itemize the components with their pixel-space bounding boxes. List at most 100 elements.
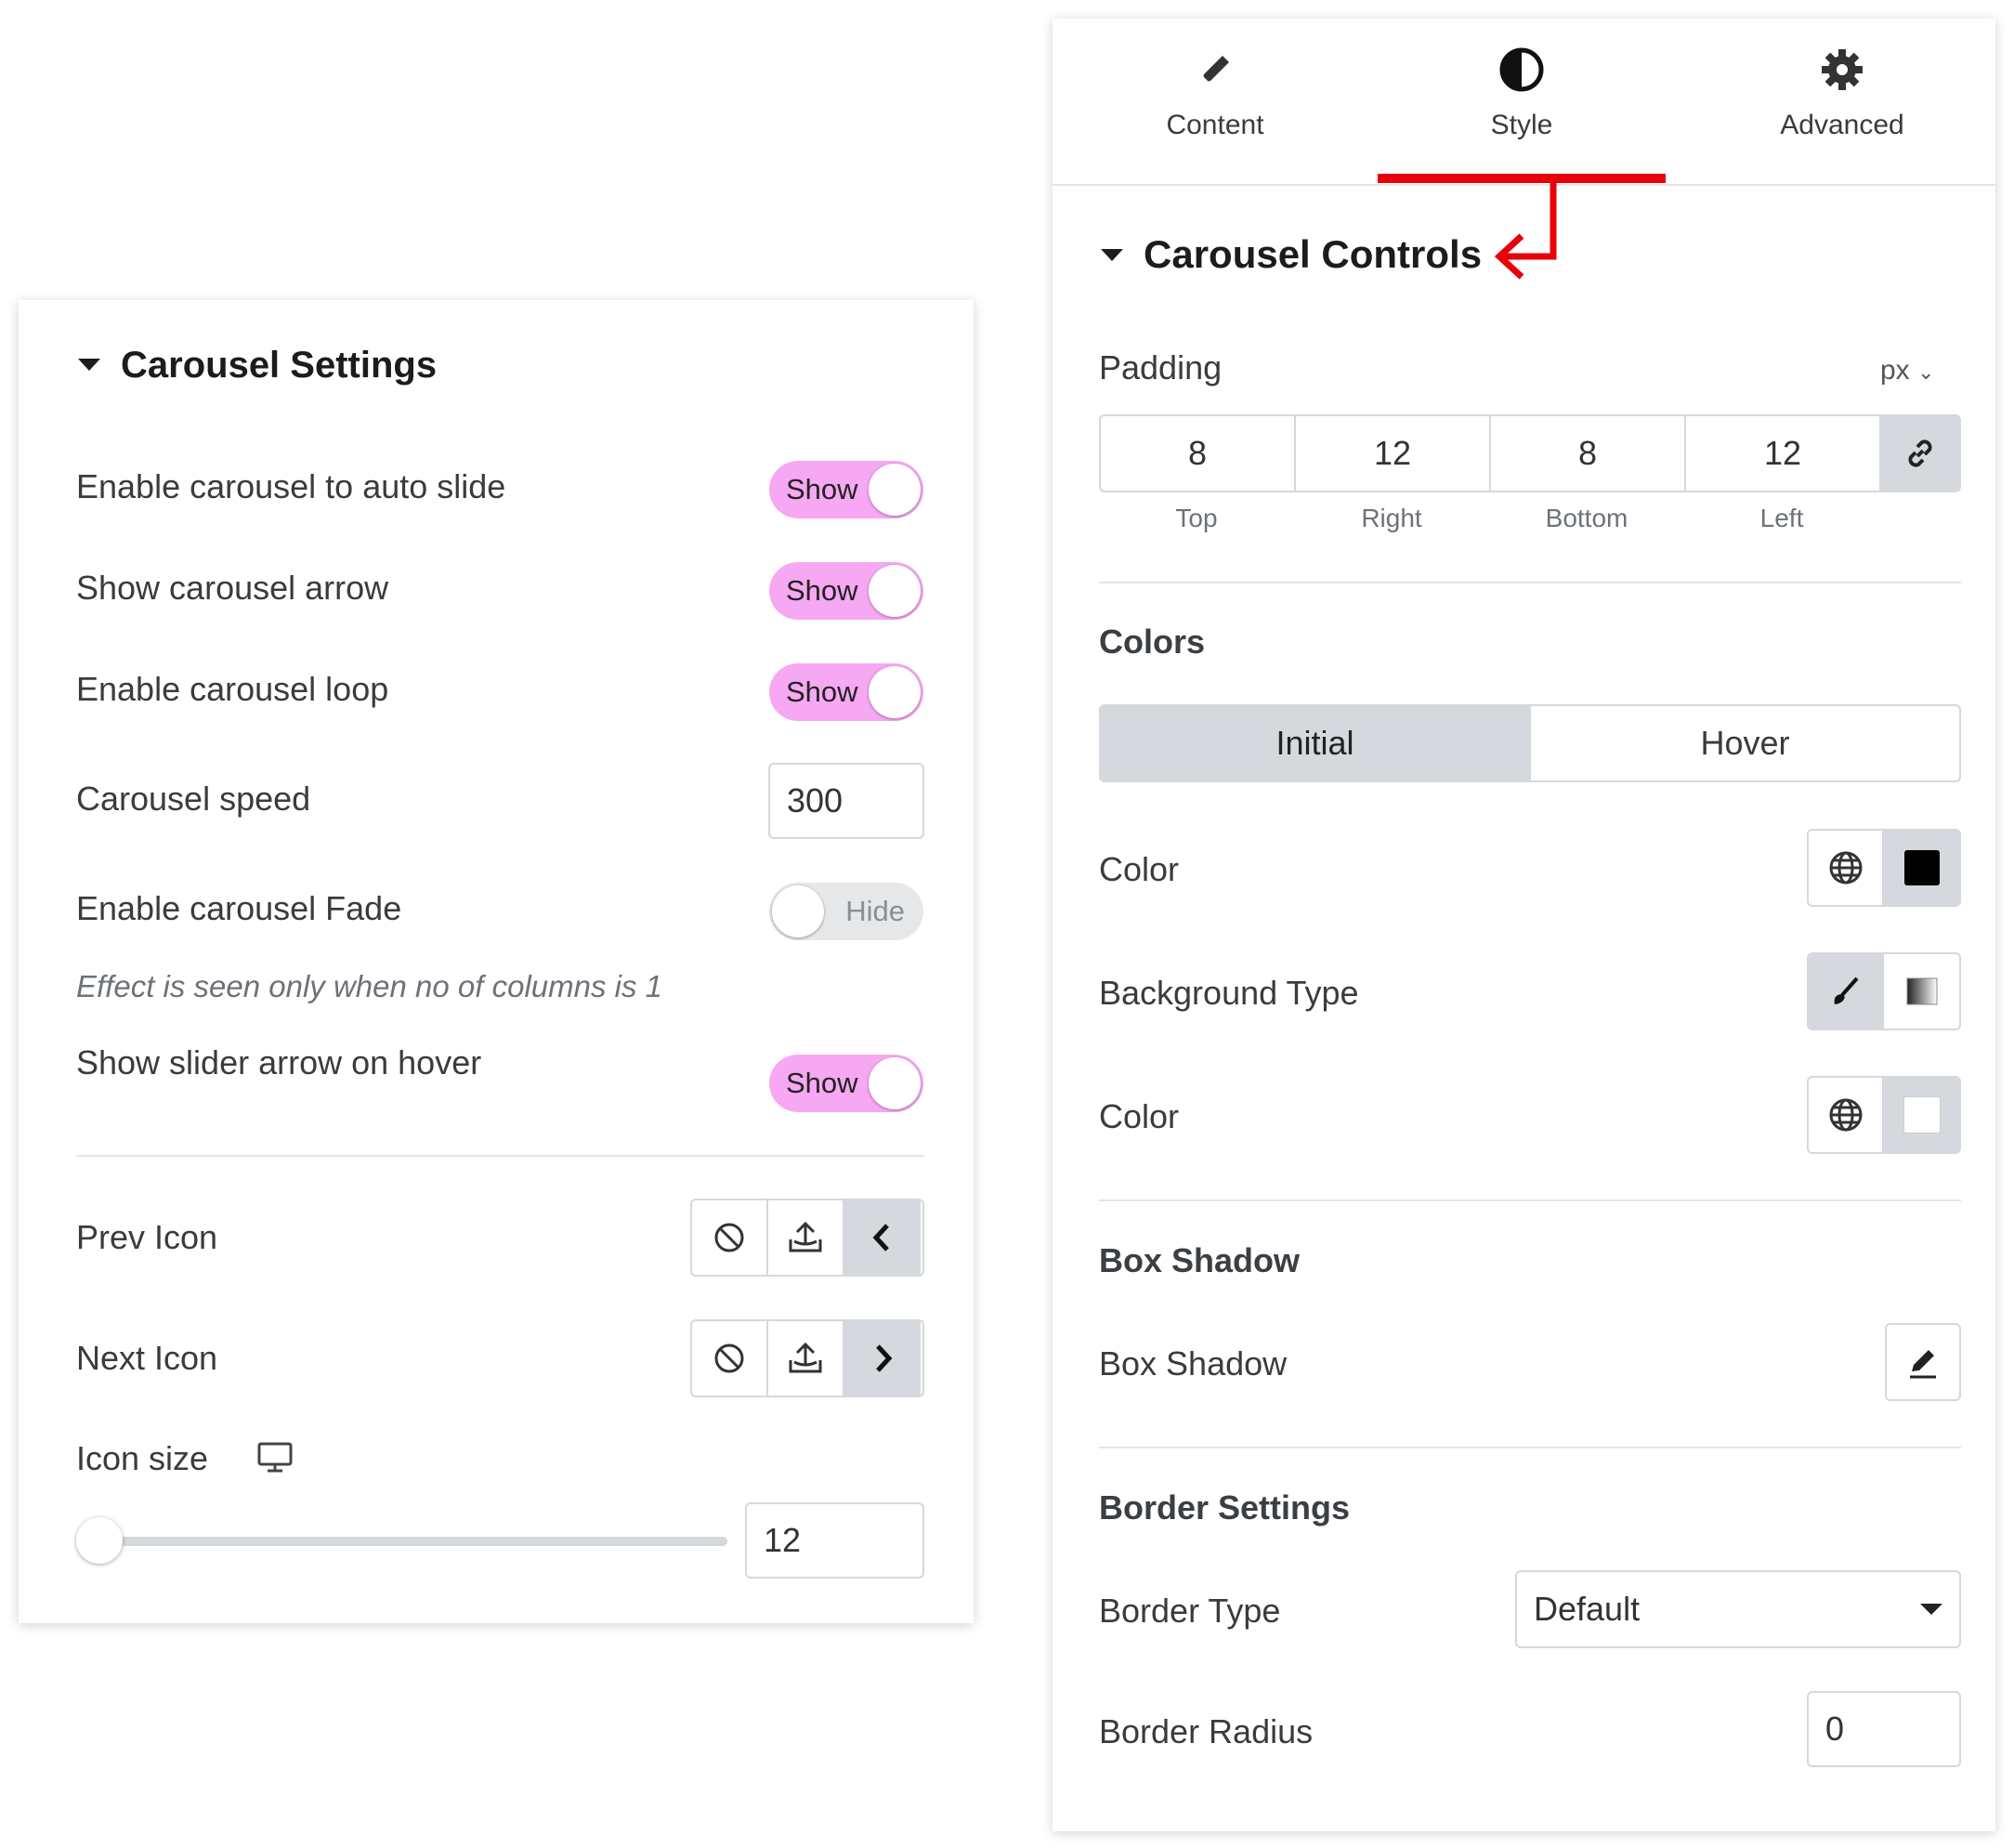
carousel-fade-toggle[interactable]: Hide	[769, 883, 923, 940]
box-shadow-edit-button[interactable]	[1885, 1323, 1961, 1401]
classic-background-button[interactable]	[1809, 954, 1885, 1029]
background-color-control	[1807, 1076, 1961, 1154]
no-icon-button[interactable]	[692, 1321, 768, 1396]
icon-size-label: Icon size	[76, 1439, 209, 1477]
color-control	[1807, 829, 1961, 907]
toggle-knob	[869, 464, 921, 516]
padding-right-label: Right	[1361, 504, 1422, 532]
unit-select[interactable]: px ⌄	[1880, 355, 1934, 387]
section-title[interactable]: Carousel Controls	[1144, 232, 1482, 277]
next-icon-label: Next Icon	[76, 1339, 218, 1377]
box-shadow-heading: Box Shadow	[1099, 1241, 1301, 1279]
collapse-caret-icon[interactable]	[78, 359, 100, 371]
global-color-button[interactable]	[1809, 1078, 1885, 1152]
padding-left-label: Left	[1759, 504, 1804, 532]
next-icon-picker	[690, 1319, 924, 1397]
tab-advanced[interactable]: Advanced	[1703, 46, 1981, 141]
upload-icon	[789, 1342, 822, 1373]
tab-label: Advanced	[1780, 110, 1904, 140]
section-divider	[76, 1155, 924, 1157]
link-icon	[1908, 439, 1932, 467]
toggle-knob	[869, 1057, 921, 1109]
state-tabs: Initial Hover	[1099, 704, 1961, 782]
colors-heading: Colors	[1099, 623, 1206, 661]
link-values-button[interactable]	[1879, 414, 1961, 492]
toggle-knob	[869, 565, 921, 617]
carousel-fade-label: Enable carousel Fade	[76, 889, 402, 927]
toggle-knob	[869, 666, 921, 718]
padding-top-input[interactable]: 8	[1099, 414, 1296, 492]
carousel-speed-input[interactable]: 300	[768, 763, 924, 839]
upload-icon-button[interactable]	[768, 1200, 844, 1275]
toggle-state-text: Hide	[845, 895, 905, 927]
section-title[interactable]: Carousel Settings	[121, 345, 437, 387]
tab-style[interactable]: Style	[1382, 46, 1661, 141]
state-tab-initial[interactable]: Initial	[1101, 706, 1529, 780]
upload-icon-button[interactable]	[768, 1321, 844, 1396]
border-type-select[interactable]: Default	[1515, 1570, 1961, 1648]
style-editor-panel: Content Style Advanced Carousel Controls…	[1053, 19, 1995, 1831]
desktop-icon[interactable]	[256, 1441, 294, 1474]
icon-size-slider-track[interactable]	[82, 1537, 727, 1546]
state-tab-hover[interactable]: Hover	[1529, 706, 1959, 780]
background-type-control	[1807, 952, 1961, 1030]
color-label: Color	[1099, 1097, 1180, 1135]
ban-icon	[714, 1343, 744, 1373]
carousel-arrow-label: Show carousel arrow	[76, 569, 389, 607]
carousel-loop-label: Enable carousel loop	[76, 670, 389, 708]
chevron-right-icon	[876, 1344, 893, 1372]
padding-right-input[interactable]: 12	[1294, 414, 1491, 492]
gradient-icon	[1906, 977, 1937, 1005]
color-swatch-button[interactable]	[1884, 1078, 1959, 1152]
color-swatch-button[interactable]	[1884, 831, 1959, 905]
padding-top-label: Top	[1175, 504, 1218, 532]
hover-arrow-label: Show slider arrow on hover	[76, 1043, 482, 1081]
fade-help-note: Effect is seen only when no of columns i…	[76, 969, 662, 1003]
auto-slide-label: Enable carousel to auto slide	[76, 467, 506, 505]
upload-icon	[789, 1221, 822, 1252]
border-radius-input[interactable]: 0	[1807, 1691, 1961, 1767]
section-divider	[1099, 1199, 1961, 1201]
contrast-icon	[1499, 47, 1544, 92]
prev-icon-picker	[690, 1199, 924, 1277]
box-shadow-label: Box Shadow	[1099, 1344, 1288, 1383]
unit-value: px	[1880, 355, 1910, 386]
globe-icon	[1829, 1098, 1862, 1132]
tab-content[interactable]: Content	[1076, 46, 1354, 141]
border-settings-heading: Border Settings	[1099, 1488, 1351, 1527]
chevron-left-button[interactable]	[844, 1200, 921, 1275]
caret-down-icon	[1920, 1604, 1942, 1615]
paint-brush-icon	[1834, 976, 1858, 1004]
icon-size-slider-knob[interactable]	[76, 1517, 123, 1564]
padding-bottom-input[interactable]: 8	[1489, 414, 1686, 492]
tab-label: Content	[1166, 110, 1264, 140]
toggle-state-text: Show	[786, 1067, 858, 1099]
border-radius-label: Border Radius	[1099, 1712, 1314, 1750]
chevron-right-button[interactable]	[844, 1321, 921, 1396]
border-type-value: Default	[1534, 1590, 1641, 1628]
hover-arrow-toggle[interactable]: Show	[769, 1055, 923, 1112]
padding-bottom-label: Bottom	[1545, 504, 1628, 532]
border-type-label: Border Type	[1099, 1592, 1281, 1630]
carousel-loop-toggle[interactable]: Show	[769, 663, 923, 721]
color-swatch	[1903, 1096, 1941, 1134]
collapse-caret-icon[interactable]	[1101, 249, 1123, 261]
carousel-arrow-toggle[interactable]: Show	[769, 562, 923, 620]
pencil-icon	[1910, 1350, 1936, 1379]
gradient-background-button[interactable]	[1884, 954, 1959, 1029]
color-label: Color	[1099, 850, 1180, 888]
color-swatch	[1903, 850, 1940, 885]
prev-icon-label: Prev Icon	[76, 1218, 218, 1256]
icon-size-input[interactable]: 12	[745, 1502, 924, 1579]
section-divider	[1099, 1447, 1961, 1448]
ban-icon	[714, 1223, 744, 1252]
padding-label: Padding	[1099, 348, 1223, 387]
auto-slide-toggle[interactable]: Show	[769, 461, 923, 518]
toggle-state-text: Show	[786, 574, 858, 607]
padding-left-input[interactable]: 12	[1684, 414, 1881, 492]
no-icon-button[interactable]	[692, 1200, 768, 1275]
global-color-button[interactable]	[1809, 831, 1885, 905]
pencil-icon	[1201, 56, 1229, 84]
toggle-state-text: Show	[786, 675, 858, 708]
section-divider	[1099, 582, 1961, 583]
